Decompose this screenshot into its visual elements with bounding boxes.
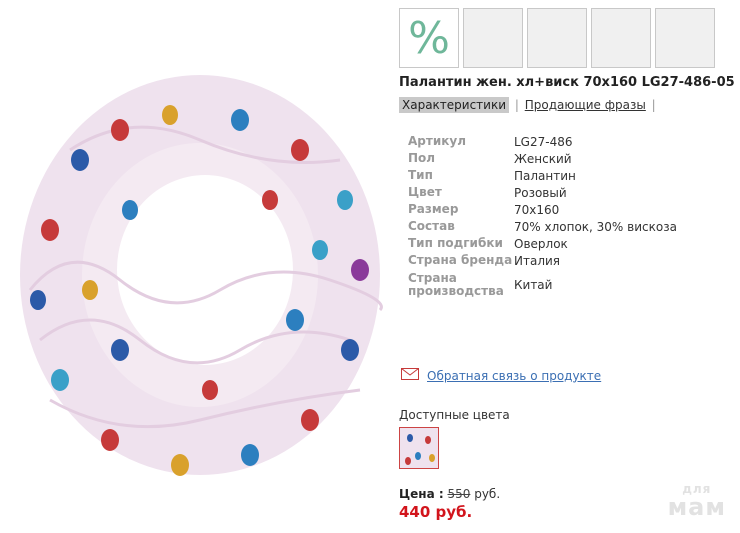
price-row: Цена : 550 руб. <box>399 487 500 501</box>
feedback-row: Обратная связь о продукте <box>401 368 601 383</box>
specs-table: Артикул LG27-486 Пол Женский Тип Палантин Ц… <box>408 133 677 301</box>
spec-row: Размер 70x160 <box>408 201 677 218</box>
spec-key: Тип <box>408 168 433 182</box>
spec-value: Палантин <box>514 168 576 183</box>
color-swatch[interactable] <box>399 427 439 469</box>
old-price-currency: руб. <box>474 487 501 501</box>
spec-value: Италия <box>514 253 561 268</box>
spec-key: Тип подгибки <box>408 236 503 250</box>
spec-row: Страна бренда Италия <box>408 252 677 269</box>
tab-separator: | <box>651 98 656 112</box>
thumbnail[interactable] <box>591 8 651 68</box>
spec-row: Цвет Розовый <box>408 184 677 201</box>
watermark-logo: для мам <box>668 483 726 519</box>
old-price: 550 <box>447 487 471 501</box>
available-colors-title: Доступные цвета <box>399 408 510 422</box>
spec-row: Тип Палантин <box>408 167 677 184</box>
spec-value: Китай <box>514 278 553 292</box>
spec-value: Розовый <box>514 185 567 200</box>
spec-value: Оверлок <box>514 236 568 251</box>
spec-value: Женский <box>514 151 572 166</box>
thumbnail[interactable] <box>463 8 523 68</box>
spec-value: 70% хлопок, 30% вискоза <box>514 219 677 234</box>
spec-key: Страна производства <box>408 271 504 298</box>
new-price: 440 руб. <box>399 503 473 521</box>
spec-key: Страна бренда <box>408 253 513 267</box>
sale-percent-thumbnail[interactable]: % <box>399 8 459 68</box>
thumbnail-strip: % <box>399 8 715 68</box>
thumbnail[interactable] <box>655 8 715 68</box>
spec-key: Пол <box>408 151 436 165</box>
spec-key: Размер <box>408 202 459 216</box>
spec-value: 70x160 <box>514 202 560 217</box>
spec-row: Артикул LG27-486 <box>408 133 677 150</box>
product-title: Палантин жен. хл+виск 70х160 LG27-486-05 <box>399 75 735 90</box>
thumbnail[interactable] <box>527 8 587 68</box>
price-label: Цена : <box>399 487 444 501</box>
spec-value: LG27-486 <box>514 134 573 149</box>
spec-key: Состав <box>408 219 455 233</box>
envelope-icon <box>401 368 419 383</box>
product-tabs: Характеристики | Продающие фразы | <box>399 97 658 113</box>
feedback-link[interactable]: Обратная связь о продукте <box>427 369 601 383</box>
product-image <box>10 60 390 490</box>
spec-row: Пол Женский <box>408 150 677 167</box>
spec-row: Состав 70% хлопок, 30% вискоза <box>408 218 677 235</box>
spec-key: Цвет <box>408 185 442 199</box>
tab-selling-phrases[interactable]: Продающие фразы <box>525 98 646 112</box>
watermark-bottom: мам <box>667 493 726 521</box>
spec-key: Артикул <box>408 134 466 148</box>
spec-row: Страна производства Китай <box>408 269 677 301</box>
tab-characteristics[interactable]: Характеристики <box>399 97 510 113</box>
spec-row: Тип подгибки Оверлок <box>408 235 677 252</box>
tab-separator: | <box>514 98 519 112</box>
